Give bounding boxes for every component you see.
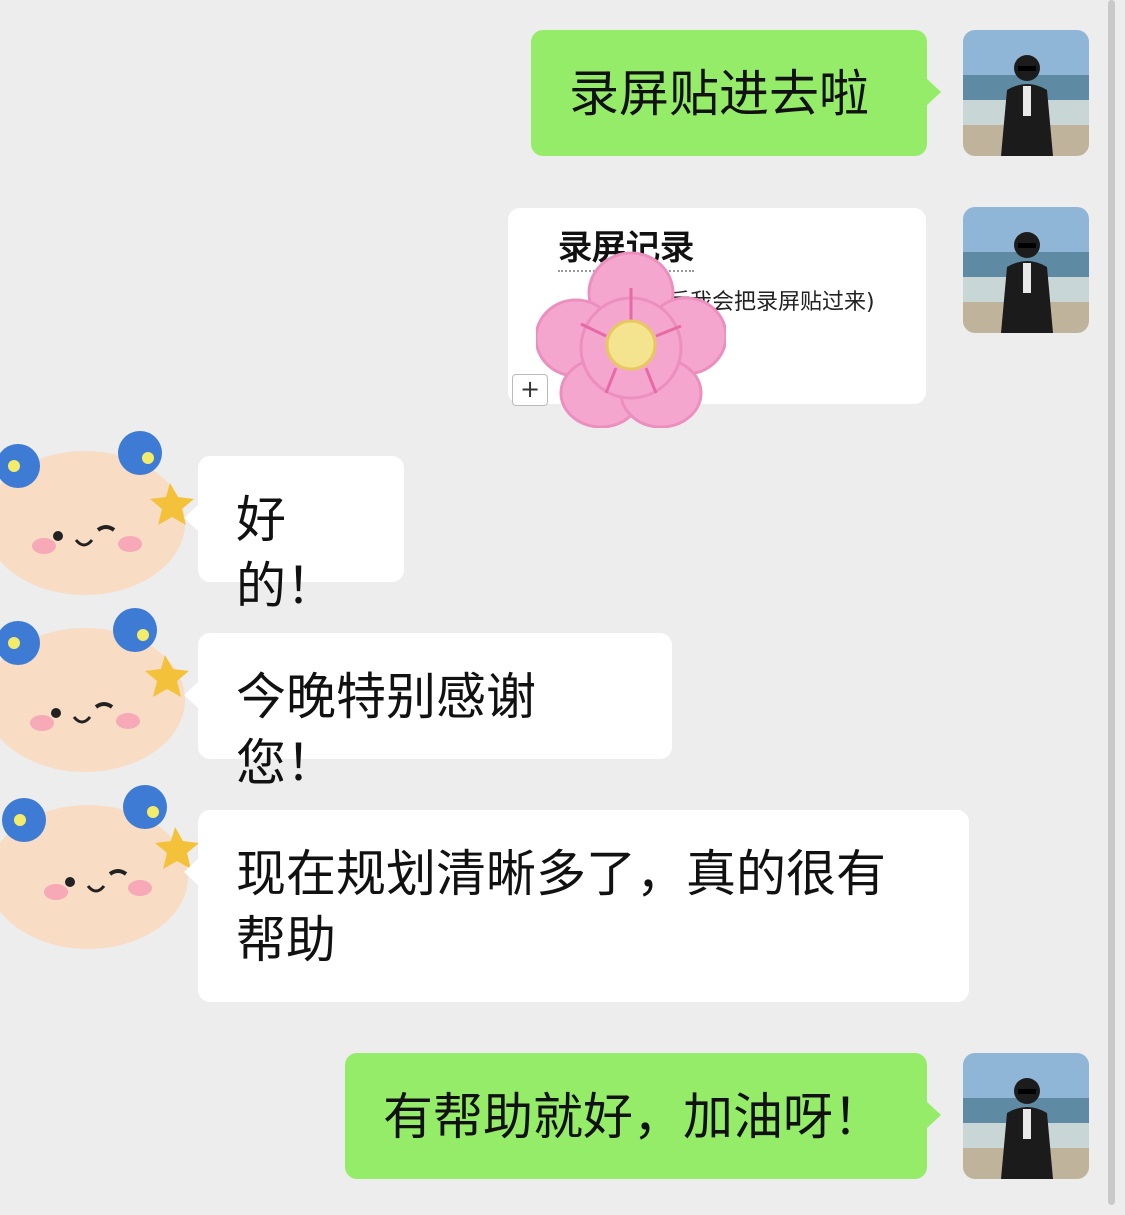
message-text-line: 帮助 [236, 911, 336, 969]
beach-photo-avatar-icon [963, 1053, 1089, 1179]
fluffy-bear-sticker-icon [0, 608, 189, 772]
message-bubble-sent[interactable]: 有帮助就好，加油呀！ [345, 1053, 941, 1179]
message-text: 有帮助就好，加油呀！ [383, 1088, 883, 1146]
their-avatar[interactable] [0, 428, 200, 598]
my-avatar[interactable] [963, 207, 1089, 333]
message-bubble-sent[interactable]: 录屏贴进去啦 [531, 30, 941, 156]
doc-card[interactable]: 录屏记录 后我会把录屏贴过来) + [508, 208, 926, 428]
fluffy-bear-sticker-icon [0, 431, 194, 595]
message-text: 录屏贴进去啦 [569, 65, 869, 123]
pink-flower-sticker-icon [536, 251, 726, 428]
their-avatar[interactable] [0, 782, 200, 952]
fluffy-bear-sticker-icon [0, 785, 199, 949]
beach-photo-avatar-icon [963, 30, 1089, 156]
message-bubble-received[interactable]: 现在规划清晰多了，真的很有 帮助 [184, 810, 969, 1002]
message-bubble-received[interactable]: 今晚特别感谢您！ [184, 633, 672, 792]
message-text: 好的！ [236, 491, 336, 615]
their-avatar[interactable] [0, 605, 200, 775]
message-text-line: 现在规划清晰多了，真的很有 [236, 845, 886, 903]
my-avatar[interactable] [963, 1053, 1089, 1179]
scrollbar[interactable] [1108, 0, 1115, 1205]
message-text: 今晚特别感谢您！ [236, 668, 536, 792]
beach-photo-avatar-icon [963, 207, 1089, 333]
message-bubble-received[interactable]: 好的！ [184, 456, 404, 615]
my-avatar[interactable] [963, 30, 1089, 156]
chat-area: 录屏贴进去啦 录屏记录 后我会把录屏贴过来) + 好的！ 今晚特别感谢您！ 现在… [0, 0, 1105, 1215]
